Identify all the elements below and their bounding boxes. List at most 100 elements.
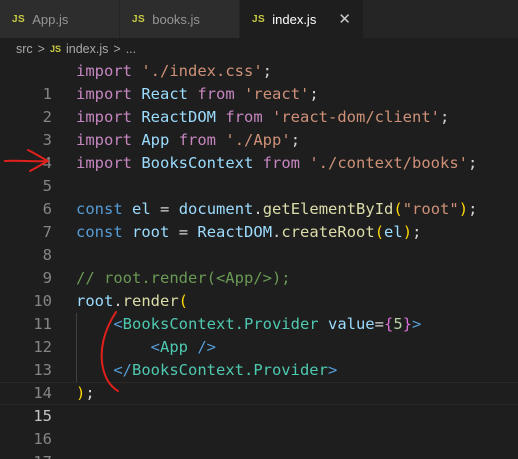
identifier: BooksContext <box>141 154 254 172</box>
punctuation: ; <box>262 62 273 80</box>
keyword: from <box>262 154 300 172</box>
code-line[interactable]: 2 import React from 'react'; <box>0 83 518 126</box>
line-number: 17 <box>0 451 52 459</box>
identifier: el <box>132 200 151 218</box>
jsx-bracket: /> <box>188 338 216 356</box>
string: "root" <box>402 200 459 218</box>
breadcrumb-separator: > <box>37 42 45 56</box>
function-name: getElementById <box>262 200 394 218</box>
jsx-bracket: </ <box>113 361 132 379</box>
keyword: import <box>76 62 132 80</box>
tab-label: index.js <box>272 11 317 27</box>
breadcrumb-file[interactable]: index.js <box>66 42 108 56</box>
tab-label: books.js <box>152 11 200 27</box>
function-name: createRoot <box>281 223 375 241</box>
keyword: const <box>76 223 123 241</box>
code-line[interactable]: 7 const el = document.getElementById("ro… <box>0 198 518 241</box>
keyword: import <box>76 131 132 149</box>
identifier: React <box>141 85 189 103</box>
bracket: ( <box>178 292 189 310</box>
punctuation: ; <box>412 223 422 241</box>
code-line[interactable]: 8 const root = ReactDOM.createRoot(el); <box>0 221 518 264</box>
string: 'react' <box>244 85 310 103</box>
jsx-tag: BooksContext.Provider <box>132 361 328 379</box>
punctuation: ; <box>85 384 95 402</box>
code-line[interactable]: 13 <App /> <box>0 336 518 379</box>
javascript-file-icon: JS <box>49 44 61 54</box>
javascript-file-icon: JS <box>12 13 26 25</box>
code-line[interactable]: 6 <box>0 175 518 218</box>
tab-label: App.js <box>32 11 69 27</box>
keyword: const <box>76 200 123 218</box>
keyword: from <box>197 85 235 103</box>
identifier: ReactDOM <box>141 108 216 126</box>
code-line[interactable]: 12 <BooksContext.Provider value={5}> <box>0 313 518 356</box>
identifier: el <box>384 223 403 241</box>
string: './App' <box>225 131 291 149</box>
bracket: ( <box>393 200 403 218</box>
jsx-attribute: value <box>327 315 375 333</box>
keyword: import <box>76 108 132 126</box>
tab-books-js[interactable]: JS books.js <box>120 0 240 38</box>
jsx-bracket: < <box>150 338 160 356</box>
string: './index.css' <box>141 62 263 80</box>
punctuation: ; <box>290 131 301 149</box>
bracket: } <box>402 315 413 333</box>
jsx-bracket: > <box>327 361 338 379</box>
code-line[interactable]: 10 // root.render(<App/>); <box>0 267 518 310</box>
operator: = <box>374 315 384 333</box>
breadcrumb-symbol[interactable]: ... <box>126 42 136 56</box>
code-line[interactable]: 9 <box>0 244 518 287</box>
number: 5 <box>393 315 403 333</box>
bracket: ) <box>402 223 413 241</box>
comment: // root.render(<App/>); <box>76 269 291 287</box>
code-line[interactable]: 14 </BooksContext.Provider> <box>0 359 518 402</box>
code-line[interactable]: 1 import './index.css'; <box>0 60 518 103</box>
function-name: render <box>122 292 179 310</box>
string: 'react-dom/c <box>272 108 384 126</box>
jsx-tag: App <box>160 338 188 356</box>
bracket: { <box>384 315 394 333</box>
editor-tab-bar: JS App.js JS books.js JS index.js ✕ <box>0 0 518 38</box>
identifier: root <box>132 223 170 241</box>
punctuation: ; <box>468 200 478 218</box>
bracket: ( <box>374 223 385 241</box>
code-editor[interactable]: 1 import './index.css'; 2 import React f… <box>0 60 518 459</box>
punctuation: ; <box>467 154 478 172</box>
punctuation: . <box>272 223 282 241</box>
code-line[interactable]: 16 <box>0 405 518 448</box>
operator: = <box>178 223 189 241</box>
punctuation: . <box>113 292 123 310</box>
breadcrumb-separator: > <box>113 42 121 56</box>
tab-index-js[interactable]: JS index.js ✕ <box>240 0 364 38</box>
punctuation: ; <box>309 85 319 103</box>
code-line[interactable]: 17 <box>0 428 518 459</box>
breadcrumb: src > JS index.js > ... <box>0 38 518 60</box>
code-line[interactable]: 4 import App from './App'; <box>0 129 518 172</box>
identifier: root <box>76 292 114 310</box>
javascript-file-icon: JS <box>132 13 146 25</box>
jsx-tag: BooksContext.Provider <box>122 315 319 333</box>
jsx-bracket: < <box>113 315 123 333</box>
keyword: from <box>178 131 217 149</box>
keyword: import <box>76 154 132 172</box>
code-line[interactable]: 11 root.render( <box>0 290 518 333</box>
close-icon[interactable]: ✕ <box>338 10 351 28</box>
identifier: App <box>141 131 170 149</box>
breadcrumb-folder[interactable]: src <box>16 42 33 56</box>
keyword: from <box>225 108 263 126</box>
bracket: ) <box>458 200 469 218</box>
code-line[interactable]: 3 import ReactDOM from 'react-dom/client… <box>0 106 518 149</box>
string: './context/books' <box>309 154 468 172</box>
string: lient' <box>384 108 440 126</box>
code-line[interactable]: 15 ); <box>0 382 518 425</box>
operator: = <box>160 200 170 218</box>
punctuation: ; <box>440 108 450 126</box>
jsx-bracket: > <box>412 315 422 333</box>
javascript-file-icon: JS <box>252 13 266 25</box>
code-line[interactable]: 5 import BooksContext from './context/bo… <box>0 152 518 195</box>
tab-app-js[interactable]: JS App.js <box>0 0 120 38</box>
bracket: ) <box>76 384 86 402</box>
identifier: ReactDOM <box>197 223 273 241</box>
punctuation: . <box>253 200 263 218</box>
